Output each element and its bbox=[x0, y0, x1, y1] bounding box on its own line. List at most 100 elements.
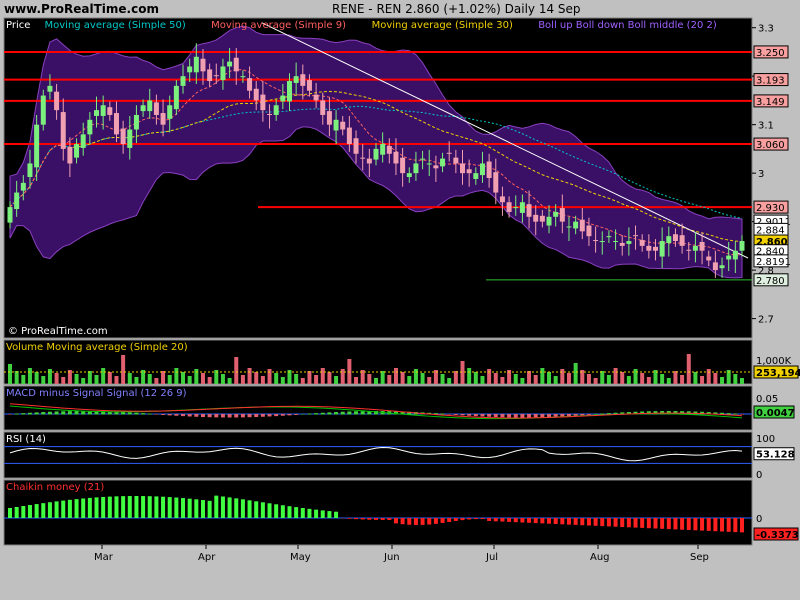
down-candle bbox=[499, 196, 505, 203]
chaikin-bar bbox=[680, 518, 685, 530]
down-candle bbox=[340, 121, 346, 130]
chaikin-bar bbox=[327, 511, 332, 518]
volume-bar bbox=[420, 373, 425, 384]
up-candle bbox=[14, 192, 20, 210]
chaikin-bar bbox=[740, 518, 744, 533]
chaikin-bar bbox=[487, 518, 492, 521]
up-candle bbox=[100, 105, 106, 116]
chaikin-bar bbox=[260, 502, 265, 518]
macd-hist-bar bbox=[8, 414, 12, 415]
chaikin-bar bbox=[14, 507, 19, 518]
macd-hist-bar bbox=[200, 414, 205, 418]
volume-bar bbox=[101, 368, 106, 384]
down-candle bbox=[593, 240, 599, 242]
macd-hist-bar bbox=[167, 414, 172, 416]
volume-bar bbox=[413, 369, 418, 384]
volume-bar bbox=[161, 371, 166, 384]
volume-bar bbox=[646, 377, 651, 384]
down-candle bbox=[433, 165, 439, 169]
volume-bar bbox=[227, 378, 232, 384]
down-candle bbox=[160, 113, 166, 125]
macd-hist-bar bbox=[540, 414, 545, 418]
volume-bar bbox=[187, 376, 192, 384]
macd-hist-bar bbox=[14, 413, 19, 415]
price-tick-label: 2.7 bbox=[758, 315, 774, 326]
down-candle bbox=[686, 249, 692, 251]
macd-hist-bar bbox=[234, 414, 239, 418]
x-axis-label: Jul bbox=[485, 552, 498, 563]
volume-bar bbox=[194, 369, 199, 384]
chaikin-bar bbox=[154, 496, 159, 518]
chaikin-bar bbox=[566, 518, 571, 525]
volume-bar bbox=[280, 377, 285, 384]
volume-bar bbox=[706, 369, 711, 384]
volume-legend: Volume Moving average (Simple 20) bbox=[6, 342, 188, 353]
volume-bar bbox=[513, 374, 518, 384]
macd-hist-bar bbox=[280, 414, 285, 416]
down-candle bbox=[699, 242, 705, 251]
volume-bar bbox=[666, 378, 671, 384]
up-candle bbox=[626, 241, 632, 244]
volume-bar bbox=[307, 371, 312, 384]
chaikin-bar bbox=[314, 509, 319, 518]
macd-hist-bar bbox=[447, 414, 452, 415]
volume-bar bbox=[134, 377, 139, 384]
down-candle bbox=[506, 202, 512, 212]
macd-legend: MACD minus Signal Signal (12 26 9) bbox=[6, 388, 187, 399]
macd-hist-bar bbox=[473, 414, 478, 417]
up-candle bbox=[553, 211, 559, 217]
chaikin-bar bbox=[121, 496, 126, 518]
chaikin-bar bbox=[94, 497, 99, 518]
chaikin-bar bbox=[480, 518, 485, 520]
chaikin-bar bbox=[720, 518, 725, 532]
chaikin-bar bbox=[374, 518, 378, 520]
down-candle bbox=[67, 146, 73, 164]
volume-bar bbox=[400, 372, 405, 384]
macd-hist-bar bbox=[320, 412, 325, 415]
down-candle bbox=[326, 111, 332, 125]
macd-tick-label: 0.05 bbox=[756, 394, 778, 405]
macd-hist-bar bbox=[586, 414, 591, 415]
volume-bar bbox=[633, 369, 638, 384]
volume-bar bbox=[294, 374, 299, 384]
down-candle bbox=[400, 157, 406, 174]
volume-bar bbox=[533, 375, 538, 384]
volume-bar bbox=[680, 375, 685, 384]
macd-hist-bar bbox=[334, 412, 339, 415]
chaikin-bar bbox=[626, 518, 631, 528]
macd-hist-bar bbox=[220, 414, 225, 418]
macd-hist-bar bbox=[61, 411, 66, 415]
volume-bar bbox=[340, 369, 345, 384]
up-candle bbox=[606, 236, 612, 238]
volume-bar bbox=[234, 357, 239, 384]
down-candle bbox=[360, 157, 366, 159]
x-axis-label: Sep bbox=[690, 552, 709, 563]
down-candle bbox=[353, 138, 359, 154]
volume-bar bbox=[520, 378, 525, 384]
macd-hist-bar bbox=[267, 414, 272, 417]
volume-bar bbox=[334, 376, 339, 384]
chaikin-bar bbox=[8, 508, 12, 518]
macd-hist-bar bbox=[580, 414, 585, 416]
chaikin-bar bbox=[547, 518, 552, 524]
chaikin-bar bbox=[267, 503, 272, 518]
chaikin-bar bbox=[640, 518, 645, 528]
chart-canvas[interactable]: 3.33.23.132.92.82.73.2503.1933.1493.0602… bbox=[0, 0, 800, 600]
down-candle bbox=[486, 161, 492, 178]
up-candle bbox=[20, 182, 26, 191]
price-level-label: 3.250 bbox=[756, 48, 785, 59]
volume-bar bbox=[181, 372, 186, 384]
down-candle bbox=[652, 246, 658, 251]
price-legend-item: Boll up Boll down Boll middle (20 2) bbox=[538, 20, 717, 31]
chaikin-bar bbox=[620, 518, 625, 527]
macd-hist-bar bbox=[294, 414, 299, 415]
chaikin-bar bbox=[227, 497, 232, 518]
up-candle bbox=[613, 241, 619, 243]
down-candle bbox=[393, 151, 399, 164]
price-legend-item: Moving average (Simple 9) bbox=[211, 20, 346, 31]
volume-bar bbox=[640, 373, 645, 384]
volume-bar bbox=[573, 363, 578, 384]
up-candle bbox=[566, 226, 572, 228]
rsi-value-label: 53.128 bbox=[756, 450, 795, 461]
macd-hist-bar bbox=[127, 412, 132, 415]
